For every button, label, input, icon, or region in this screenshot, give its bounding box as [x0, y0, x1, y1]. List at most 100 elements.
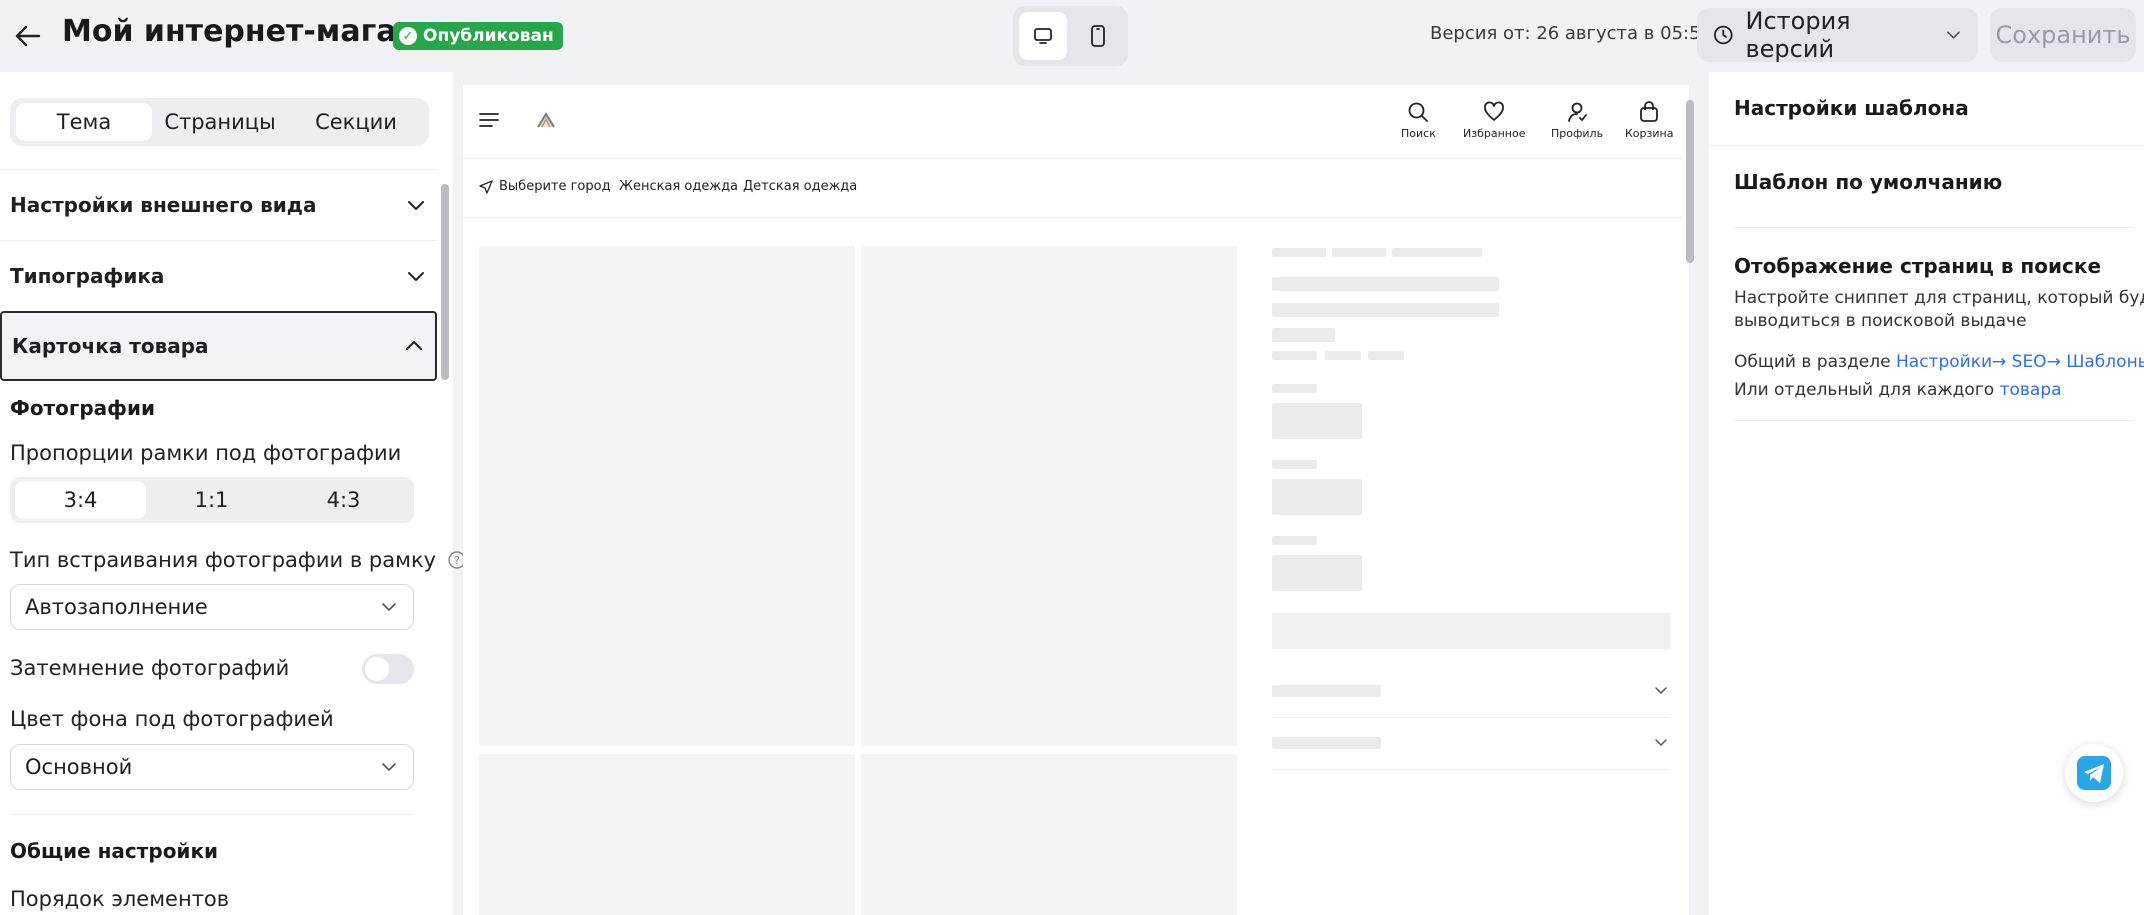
bag-icon: [1640, 101, 1659, 122]
product-image-placeholder: [861, 754, 1237, 915]
nav-search[interactable]: Поиск: [1401, 101, 1436, 140]
skeleton-line: [1368, 351, 1404, 360]
divider: [1734, 420, 2134, 421]
section-appearance[interactable]: Настройки внешнего вида: [0, 169, 437, 239]
telegram-chat-button[interactable]: [2065, 744, 2123, 802]
fit-type-label: Тип встраивания фотографии в рамку ?: [10, 548, 467, 572]
product-link[interactable]: товара: [2000, 380, 2062, 400]
search-description-line2: выводиться в поисковой выдаче: [1734, 311, 2027, 331]
svg-text:?: ?: [454, 554, 460, 567]
elements-order-label: Порядок элементов: [10, 887, 230, 911]
nav-search-label: Поиск: [1401, 127, 1436, 140]
back-arrow-icon[interactable]: [10, 18, 46, 54]
nav-favorites-label: Избранное: [1463, 127, 1526, 140]
fit-type-select[interactable]: Автозаполнение: [10, 584, 414, 630]
desktop-icon: [1034, 28, 1052, 44]
store-logo-icon: [537, 112, 555, 128]
bg-color-value: Основной: [25, 755, 133, 779]
chevron-down-icon: [382, 763, 396, 771]
general-settings-heading: Общие настройки: [10, 839, 219, 863]
status-badge: ✓ Опубликован: [393, 22, 563, 50]
skeleton-line: [1272, 277, 1499, 291]
status-badge-label: Опубликован: [423, 26, 554, 46]
section-product-card[interactable]: Карточка товара: [0, 311, 437, 381]
general-seo-text: Общий в разделе Настройки→ SEO→ Шаблоны: [1734, 352, 2144, 372]
top-bar: Мой интернет-магазин ✓ Опубликован Верси…: [0, 0, 2144, 72]
location-arrow-icon: [479, 179, 493, 194]
skeleton-block: [1272, 479, 1362, 515]
skeleton-block: [1272, 555, 1362, 591]
photos-heading: Фотографии: [10, 396, 156, 420]
skeleton-line: [1272, 248, 1326, 257]
tab-sections[interactable]: Секции: [288, 103, 424, 141]
desktop-view-button[interactable]: [1019, 12, 1067, 60]
divider: [10, 814, 414, 815]
divider: [1734, 227, 2134, 228]
skeleton-line: [1272, 737, 1381, 749]
chevron-down-icon: [1655, 739, 1667, 747]
seo-templates-link[interactable]: Настройки→ SEO→ Шаблоны: [1896, 352, 2144, 372]
bg-color-select[interactable]: Основной: [10, 744, 414, 790]
nav-favorites[interactable]: Избранное: [1463, 101, 1525, 140]
skeleton-line: [1272, 303, 1499, 317]
product-image-placeholder: [479, 246, 855, 746]
individual-seo-prefix: Или отдельный для каждого: [1734, 380, 2000, 400]
default-template-item[interactable]: Шаблон по умолчанию: [1734, 170, 2002, 194]
store-preview: Поиск Избранное Профиль Корзина Выберите…: [463, 85, 1689, 915]
city-selector[interactable]: Выберите город: [479, 179, 611, 194]
check-icon: ✓: [399, 27, 417, 45]
menu-icon: [479, 113, 499, 127]
section-product-card-label: Карточка товара: [12, 334, 209, 358]
divider: [1272, 769, 1670, 770]
panel-tabs: Тема Страницы Секции: [10, 98, 429, 146]
device-switcher: [1013, 6, 1128, 66]
frame-ratio-label: Пропорции рамки под фотографии: [10, 441, 402, 465]
skeleton-line: [1272, 685, 1381, 697]
skeleton-block: [1272, 403, 1362, 439]
search-description-line1: Настройте сниппет для страниц, который б…: [1734, 288, 2144, 308]
fit-type-value: Автозаполнение: [25, 595, 208, 619]
frame-ratio-selector: 3:4 1:1 4:3: [10, 477, 414, 523]
category-link-women[interactable]: Женская одежда: [619, 179, 738, 194]
divider: [1272, 717, 1670, 718]
ratio-3-4-option[interactable]: 3:4: [15, 481, 146, 519]
save-button[interactable]: Сохранить: [1990, 8, 2136, 62]
nav-cart[interactable]: Корзина: [1625, 101, 1673, 140]
clock-icon: [1713, 25, 1733, 45]
panel-scrollbar[interactable]: [441, 184, 449, 380]
general-seo-prefix: Общий в разделе: [1734, 352, 1896, 372]
chevron-down-icon: [408, 271, 424, 281]
version-history-label: История версий: [1745, 7, 1851, 63]
bg-color-label: Цвет фона под фотографией: [10, 707, 334, 731]
preview-scrollbar[interactable]: [1686, 100, 1694, 263]
skeleton-line: [1272, 328, 1335, 342]
chevron-down-icon: [408, 200, 424, 210]
fit-type-label-text: Тип встраивания фотографии в рамку: [10, 548, 437, 572]
divider: [463, 217, 1683, 218]
profile-icon: [1568, 102, 1587, 122]
section-appearance-label: Настройки внешнего вида: [10, 192, 317, 217]
ratio-4-3-option[interactable]: 4:3: [278, 481, 409, 519]
section-typography[interactable]: Типографика: [0, 240, 437, 310]
template-settings-heading: Настройки шаблона: [1734, 96, 1969, 120]
chevron-down-icon: [1655, 687, 1667, 695]
nav-profile[interactable]: Профиль: [1551, 101, 1603, 140]
tab-pages[interactable]: Страницы: [152, 103, 288, 141]
skeleton-line: [1325, 351, 1361, 360]
chevron-up-icon: [406, 341, 422, 350]
ratio-1-1-option[interactable]: 1:1: [146, 481, 277, 519]
skeleton-line: [1272, 384, 1317, 393]
section-typography-label: Типографика: [10, 263, 165, 288]
dim-photos-toggle[interactable]: [362, 654, 414, 684]
category-link-kids[interactable]: Детская одежда: [743, 179, 857, 194]
chevron-down-icon: [1947, 31, 1961, 39]
search-display-heading: Отображение страниц в поиске: [1734, 254, 2102, 278]
mobile-view-button[interactable]: [1074, 12, 1122, 60]
nav-profile-label: Профиль: [1551, 127, 1604, 140]
version-history-button[interactable]: История версий: [1697, 7, 1978, 63]
product-image-placeholder: [861, 246, 1237, 746]
tab-theme[interactable]: Тема: [16, 103, 152, 141]
chevron-down-icon: [382, 603, 396, 611]
mobile-icon: [1091, 25, 1105, 47]
version-text: Версия от: 26 августа в 05:50: [1430, 23, 1712, 44]
